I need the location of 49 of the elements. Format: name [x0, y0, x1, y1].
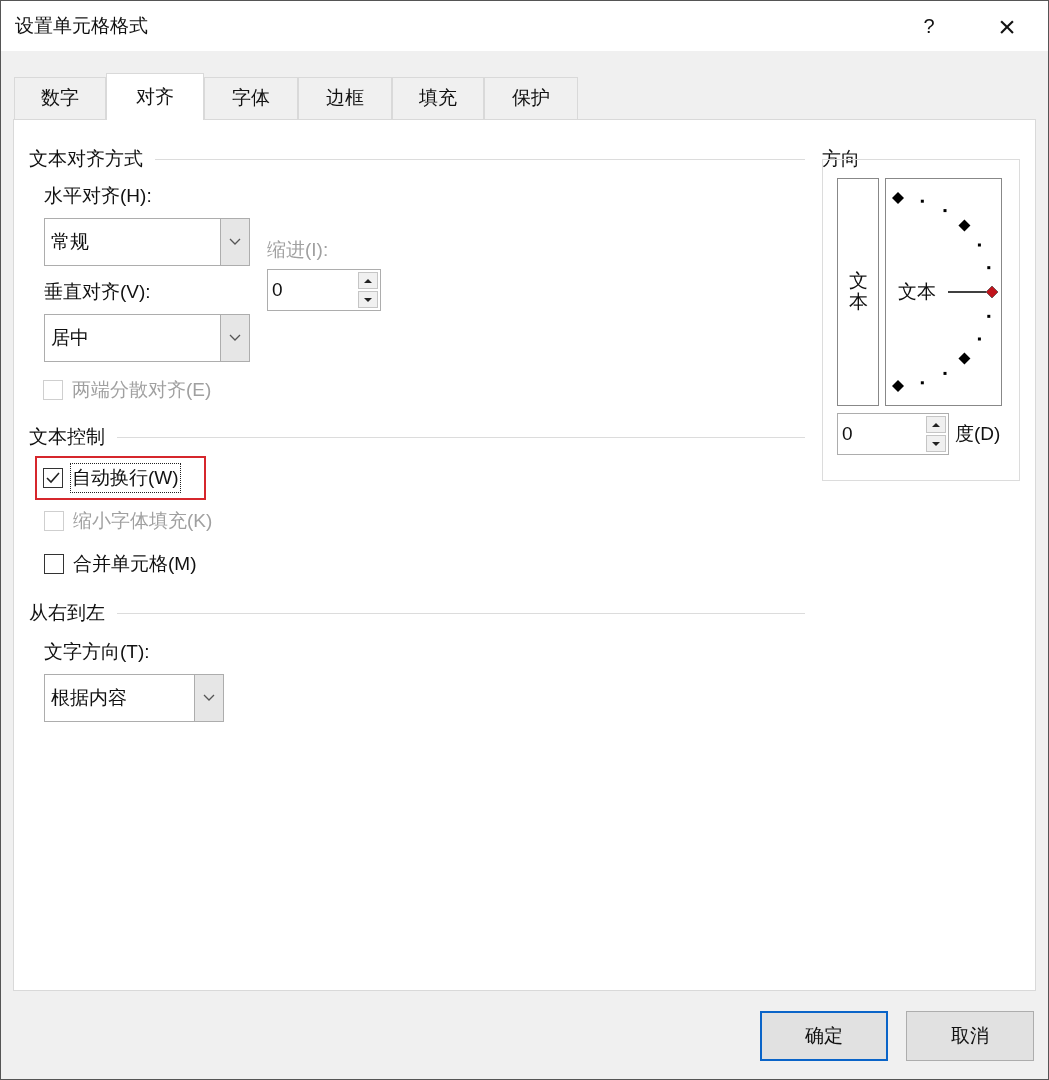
group-heading: 文本对齐方式 [29, 146, 143, 171]
tab[interactable]: 数字 [14, 77, 106, 119]
spin-field[interactable]: 0 [837, 413, 949, 455]
dropdown-value: 居中 [50, 325, 90, 350]
vertical-text: 文本 [848, 271, 868, 313]
degree-marker[interactable] [985, 285, 999, 299]
vertical-text-button[interactable]: 文本 [837, 178, 879, 406]
chevron-down-icon [229, 238, 241, 246]
tab[interactable]: 边框 [298, 77, 392, 119]
spin-value: 0 [271, 277, 284, 302]
field-label: 垂直对齐(V): [44, 279, 152, 304]
cancel-button[interactable]: 取消 [906, 1011, 1034, 1061]
checkbox-label[interactable]: 自动换行(W) [71, 463, 180, 493]
tick-diamond [958, 219, 971, 232]
spin-up-button[interactable] [358, 272, 378, 289]
spin-down-button[interactable] [926, 435, 946, 452]
tick-diamond [958, 352, 971, 365]
dropdown[interactable]: 居中 [44, 314, 250, 362]
help-button[interactable]: ? [894, 1, 964, 51]
chevron-down-icon [229, 334, 241, 342]
check-icon [45, 471, 61, 485]
tab[interactable]: 对齐 [106, 73, 204, 120]
field-label: 水平对齐(H): [44, 183, 153, 208]
tick-diamond [892, 192, 904, 204]
group-heading: 从右到左 [29, 600, 105, 625]
tick-diamond [892, 380, 904, 392]
checkbox[interactable] [44, 554, 64, 574]
checkbox-label[interactable]: 合并单元格(M) [72, 549, 198, 579]
field-label: 缩进(I): [267, 237, 330, 262]
dial-text: 文本 [898, 281, 936, 303]
ok-button[interactable]: 确定 [760, 1011, 888, 1061]
degree-label: 度(D) [955, 421, 1001, 446]
tab[interactable]: 填充 [392, 77, 484, 119]
dropdown-value: 常规 [50, 229, 90, 254]
dropdown-value: 根据内容 [50, 685, 128, 710]
chevron-down-icon [203, 694, 215, 702]
spin-up-button[interactable] [926, 416, 946, 433]
tab[interactable]: 字体 [204, 77, 298, 119]
spin-down-button[interactable] [358, 291, 378, 308]
close-button[interactable]: × [972, 1, 1042, 51]
orientation-dial[interactable]: 文本 [885, 178, 1002, 406]
window-title: 设置单元格格式 [15, 13, 149, 38]
spin-value: 0 [841, 421, 854, 446]
dropdown[interactable]: 常规 [44, 218, 250, 266]
checkbox[interactable] [43, 468, 63, 488]
group-heading: 文本控制 [29, 424, 105, 449]
dropdown[interactable]: 根据内容 [44, 674, 224, 722]
tab[interactable]: 保护 [484, 77, 578, 119]
field-label: 文字方向(T): [44, 639, 151, 664]
